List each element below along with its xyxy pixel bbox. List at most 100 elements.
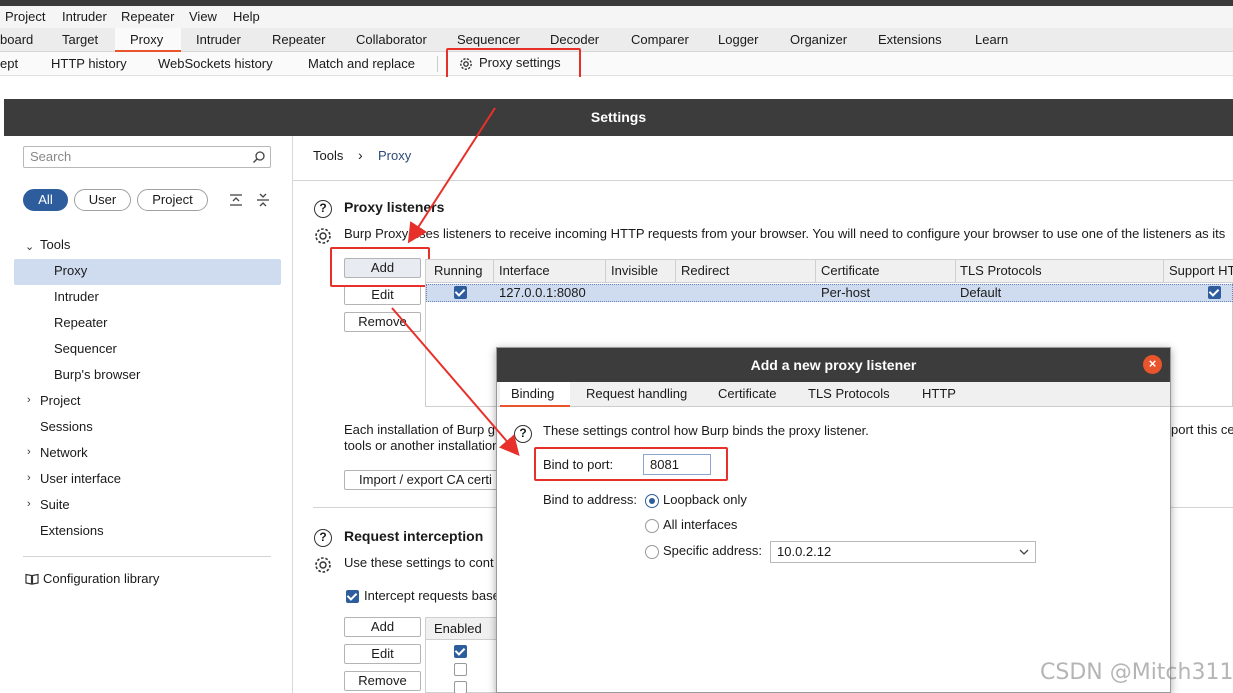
tab-organizer[interactable]: Organizer xyxy=(790,32,847,47)
support-http2-checkbox[interactable] xyxy=(1208,286,1221,299)
gear-icon[interactable] xyxy=(313,555,333,575)
chevron-right-icon[interactable]: › xyxy=(27,498,31,510)
tab-collaborator[interactable]: Collaborator xyxy=(356,32,427,47)
edit-listener-button[interactable]: Edit xyxy=(344,285,421,305)
breadcrumb-divider xyxy=(293,180,1233,181)
tab-logger[interactable]: Logger xyxy=(718,32,758,47)
nav-configuration-library[interactable]: Configuration library xyxy=(43,571,159,586)
nav-user-interface[interactable]: User interface xyxy=(40,471,121,486)
column-running[interactable]: Running xyxy=(434,263,482,278)
annotation-box-add xyxy=(330,247,430,287)
menu-view[interactable]: View xyxy=(189,9,217,24)
gear-icon[interactable] xyxy=(313,226,333,246)
import-export-ca-button[interactable]: Import / export CA certi xyxy=(344,470,504,490)
rule-enabled-checkbox[interactable] xyxy=(454,663,467,676)
settings-search-input[interactable]: Search xyxy=(23,146,271,168)
subtab-divider xyxy=(437,56,438,72)
nav-sessions[interactable]: Sessions xyxy=(40,419,93,434)
tab-comparer[interactable]: Comparer xyxy=(631,32,689,47)
ca-description-line-1: Each installation of Burp g xyxy=(344,422,496,437)
request-interception-heading: Request interception xyxy=(344,528,484,544)
column-divider xyxy=(675,260,676,283)
running-checkbox[interactable] xyxy=(454,286,467,299)
chevron-down-icon xyxy=(1019,549,1029,555)
tab-learn[interactable]: Learn xyxy=(975,32,1008,47)
dialog-tab-tls-protocols[interactable]: TLS Protocols xyxy=(808,386,890,401)
binding-description: These settings control how Burp binds th… xyxy=(543,423,869,438)
dialog-tab-binding-label: Binding xyxy=(511,386,555,401)
edit-rule-button[interactable]: Edit xyxy=(344,644,421,664)
menu-intruder[interactable]: Intruder xyxy=(62,9,107,24)
tab-repeater[interactable]: Repeater xyxy=(272,32,325,47)
filter-project[interactable]: Project xyxy=(137,189,208,211)
remove-rule-button[interactable]: Remove xyxy=(344,671,421,691)
menu-help[interactable]: Help xyxy=(233,9,260,24)
rule-enabled-checkbox[interactable] xyxy=(454,645,467,658)
nav-suite[interactable]: Suite xyxy=(40,497,70,512)
chevron-right-icon[interactable]: › xyxy=(27,446,31,458)
radio-specific-address[interactable] xyxy=(645,545,659,559)
column-invisible[interactable]: Invisible xyxy=(611,263,658,278)
dialog-tab-certificate[interactable]: Certificate xyxy=(718,386,777,401)
intercept-requests-checkbox[interactable] xyxy=(346,590,359,603)
main-tab-bar: board Target Intruder Repeater Collabora… xyxy=(0,28,1233,52)
nav-burps-browser[interactable]: Burp's browser xyxy=(54,367,140,382)
column-divider xyxy=(815,260,816,283)
filter-user[interactable]: User xyxy=(74,189,131,211)
column-interface[interactable]: Interface xyxy=(499,263,550,278)
help-icon[interactable]: ? xyxy=(314,529,332,547)
tab-proxy-label: Proxy xyxy=(130,32,164,47)
chevron-down-icon[interactable]: ⌄ xyxy=(25,240,34,253)
dialog-tab-binding[interactable]: Binding xyxy=(500,382,570,407)
nav-network[interactable]: Network xyxy=(40,445,88,460)
nav-intruder[interactable]: Intruder xyxy=(54,289,99,304)
nav-extensions[interactable]: Extensions xyxy=(40,523,104,538)
dialog-tab-http[interactable]: HTTP xyxy=(922,386,956,401)
ca-description-line-1-end: port this ce xyxy=(1171,422,1233,437)
menu-project[interactable]: Project xyxy=(5,9,45,24)
nav-proxy[interactable]: Proxy xyxy=(54,263,87,278)
nav-tools[interactable]: Tools xyxy=(40,237,70,252)
column-divider xyxy=(1163,260,1164,283)
remove-listener-button[interactable]: Remove xyxy=(344,312,421,332)
column-tls-protocols[interactable]: TLS Protocols xyxy=(960,263,1042,278)
tab-decoder[interactable]: Decoder xyxy=(550,32,599,47)
column-certificate[interactable]: Certificate xyxy=(821,263,880,278)
rule-enabled-checkbox[interactable] xyxy=(454,681,467,693)
radio-loopback-only[interactable] xyxy=(645,494,659,508)
background-row xyxy=(0,77,1233,98)
column-enabled[interactable]: Enabled xyxy=(434,621,482,636)
help-icon[interactable]: ? xyxy=(314,200,332,218)
add-rule-button[interactable]: Add xyxy=(344,617,421,637)
settings-nav-pane xyxy=(4,136,293,693)
proxy-sub-tab-bar: ept HTTP history WebSockets history Matc… xyxy=(0,52,1233,76)
nav-repeater[interactable]: Repeater xyxy=(54,315,107,330)
radio-all-interfaces[interactable] xyxy=(645,519,659,533)
tab-target[interactable]: Target xyxy=(62,32,98,47)
chevron-right-icon[interactable]: › xyxy=(27,472,31,484)
tab-intruder[interactable]: Intruder xyxy=(196,32,241,47)
help-icon[interactable]: ? xyxy=(514,425,532,443)
filter-all[interactable]: All xyxy=(23,189,68,211)
subtab-match-and-replace[interactable]: Match and replace xyxy=(308,56,415,71)
collapse-all-icon[interactable] xyxy=(255,192,271,208)
column-redirect[interactable]: Redirect xyxy=(681,263,729,278)
tab-sequencer[interactable]: Sequencer xyxy=(457,32,520,47)
nav-sequencer[interactable]: Sequencer xyxy=(54,341,117,356)
menu-repeater[interactable]: Repeater xyxy=(121,9,174,24)
column-support-http2[interactable]: Support HT xyxy=(1169,263,1233,278)
expand-all-icon[interactable] xyxy=(228,192,244,208)
subtab-http-history[interactable]: HTTP history xyxy=(51,56,127,71)
nav-project[interactable]: Project xyxy=(40,393,80,408)
chevron-right-icon[interactable]: › xyxy=(27,394,31,406)
close-icon[interactable]: × xyxy=(1143,355,1162,374)
specific-address-select[interactable]: 10.0.2.12 xyxy=(770,541,1036,563)
subtab-websockets-history[interactable]: WebSockets history xyxy=(158,56,273,71)
loopback-only-label: Loopback only xyxy=(663,492,747,507)
tab-dashboard[interactable]: board xyxy=(0,32,33,47)
tab-extensions[interactable]: Extensions xyxy=(878,32,942,47)
subtab-intercept[interactable]: ept xyxy=(0,56,18,71)
breadcrumb-tools[interactable]: Tools xyxy=(313,148,343,163)
dialog-tab-request-handling[interactable]: Request handling xyxy=(586,386,687,401)
tab-proxy[interactable]: Proxy xyxy=(115,28,181,52)
